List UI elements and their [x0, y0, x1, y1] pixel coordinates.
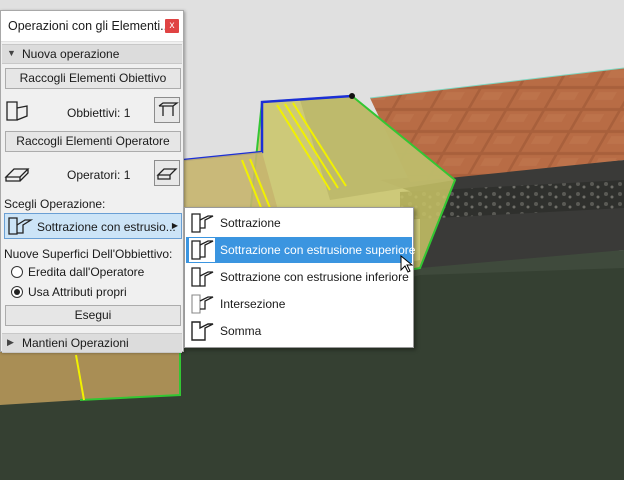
radio-inherit-operator[interactable]	[11, 266, 23, 278]
submenu-arrow-icon: ▶	[171, 221, 178, 230]
element-operations-palette: Operazioni con gli Elementi... x ▼ Nuova…	[0, 10, 184, 353]
menu-item-subtraction-upward-extrusion[interactable]: Sottrazione con estrusione superiore	[186, 237, 416, 263]
menu-item-intersection[interactable]: Intersezione	[186, 291, 412, 317]
radio-own-attributes-label[interactable]: Usa Attributi propri	[28, 285, 127, 299]
menu-item-label: Somma	[220, 324, 262, 338]
menu-item-label: Sottrazione con estrusione superiore	[220, 243, 416, 257]
menu-item-label: Sottrazione con estrusione inferiore	[220, 270, 409, 284]
collect-operators-button[interactable]: Raccogli Elementi Operatore	[5, 131, 181, 152]
operation-dropdown[interactable]: Sottrazione con estrusio... ▶	[4, 213, 182, 239]
execute-button[interactable]: Esegui	[5, 305, 181, 326]
operator-elements-icon	[4, 168, 30, 182]
operation-dropdown-value: Sottrazione con estrusio...	[37, 220, 176, 234]
mouse-pointer-icon	[400, 255, 414, 273]
menu-item-subtraction[interactable]: Sottrazione	[186, 210, 412, 236]
intersection-icon	[191, 294, 214, 314]
collect-targets-button[interactable]: Raccogli Elementi Obiettivo	[5, 68, 181, 89]
targets-count: Obbiettivi: 1	[67, 106, 131, 120]
subtraction-upward-extrusion-icon	[8, 217, 33, 235]
menu-item-union[interactable]: Somma	[186, 318, 412, 344]
radio-own-attributes[interactable]	[11, 286, 23, 298]
section-new-operation[interactable]: ▼ Nuova operazione	[2, 44, 182, 64]
subtraction-upward-extrusion-icon	[189, 238, 215, 262]
section-keep-operations[interactable]: ▶ Mantieni Operazioni	[2, 333, 182, 353]
union-icon	[191, 321, 214, 341]
pick-operators-button[interactable]	[154, 160, 180, 186]
section-new-operation-label: Nuova operazione	[22, 47, 120, 61]
palette-titlebar[interactable]: Operazioni con gli Elementi... x	[1, 11, 183, 42]
expand-triangle-icon: ▶	[7, 337, 14, 347]
menu-item-label: Intersezione	[220, 297, 286, 311]
radio-inherit-operator-label[interactable]: Eredita dall'Operatore	[28, 265, 144, 279]
new-surfaces-label: Nuove Superfici Dell'Obbiettivo:	[4, 247, 173, 261]
pick-targets-button[interactable]	[154, 97, 180, 123]
operators-count: Operatori: 1	[67, 168, 131, 182]
subtraction-downward-extrusion-icon	[191, 267, 214, 287]
collapse-triangle-icon: ▼	[7, 48, 16, 58]
choose-operation-label: Scegli Operazione:	[4, 197, 106, 211]
section-keep-operations-label: Mantieni Operazioni	[22, 336, 129, 350]
menu-item-label: Sottrazione	[220, 216, 281, 230]
close-button[interactable]: x	[165, 19, 179, 33]
select-operator-icon	[156, 168, 178, 180]
palette-title: Operazioni con gli Elementi...	[8, 19, 171, 33]
subtraction-icon	[191, 213, 214, 233]
menu-item-subtraction-downward-extrusion[interactable]: Sottrazione con estrusione inferiore	[186, 264, 412, 290]
select-target-icon	[158, 102, 179, 116]
target-elements-icon	[6, 101, 28, 121]
operation-menu: Sottrazione Sottrazione con estrusione s…	[184, 207, 416, 348]
